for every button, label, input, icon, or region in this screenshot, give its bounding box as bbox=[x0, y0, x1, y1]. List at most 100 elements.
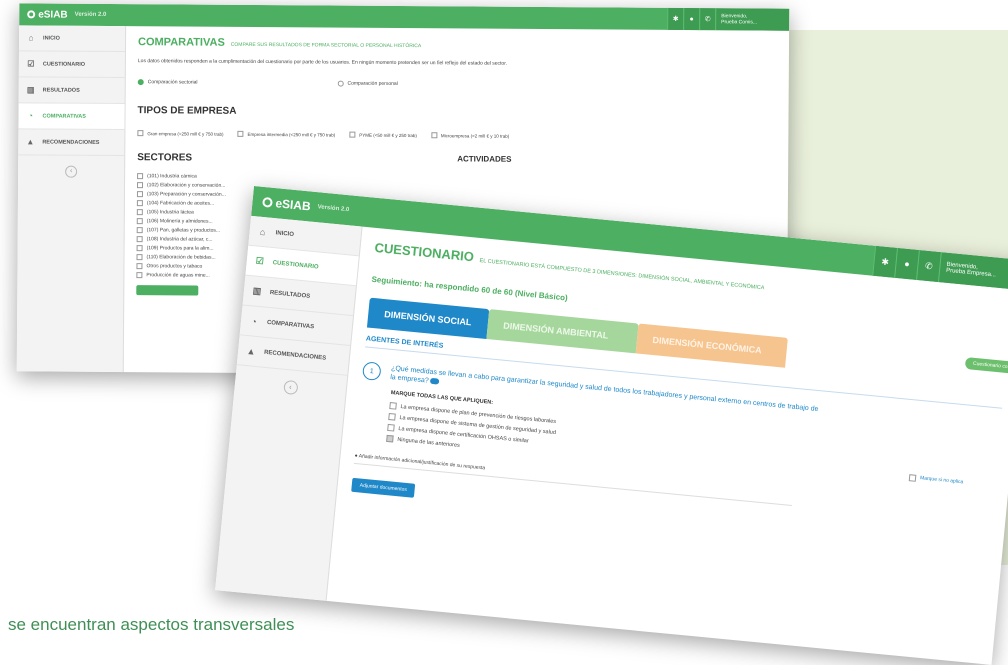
checkbox bbox=[349, 131, 356, 138]
sidebar-item-label: INICIO bbox=[275, 229, 295, 238]
checkbox-label: (107) Pan, galletas y productos... bbox=[146, 226, 221, 234]
caption-text: se encuentran aspectos transversales bbox=[8, 615, 295, 634]
tab-dimension-economica[interactable]: DIMENSIÓN ECONÓMICA bbox=[635, 323, 788, 368]
checkbox bbox=[388, 412, 396, 421]
tipos-list: Gran empresa (>250 mill € y 750 trab) Em… bbox=[137, 130, 776, 140]
tipo-checkbox[interactable]: Gran empresa (>250 mill € y 750 trab) bbox=[137, 130, 224, 137]
globe-icon[interactable]: ● bbox=[894, 247, 919, 280]
tipo-checkbox[interactable]: PYME (<50 mill € y 250 trab) bbox=[349, 131, 417, 138]
sidebar: ⌂ INICIO ☑ CUESTIONARIO ▥ RESULTADOS ◔ COMPA… bbox=[16, 25, 127, 373]
sidebar-item-label: RESULTADOS bbox=[269, 289, 311, 300]
page-subtitle: COMPARE SUS RESULTADOS DE FORMA SECTORIA… bbox=[230, 41, 422, 50]
user-name: Prueba Comis... bbox=[721, 19, 758, 26]
checkbox bbox=[237, 130, 244, 137]
question-number: 1 bbox=[361, 361, 382, 381]
checkbox-label: Gran empresa (>250 mill € y 750 trab) bbox=[147, 130, 224, 137]
sidebar-item-label: CUESTIONARIO bbox=[272, 259, 319, 271]
attach-button-label: Adjuntar documentos bbox=[359, 482, 408, 494]
checkbox-label: (102) Elaboración y conservación... bbox=[147, 181, 226, 189]
checkbox bbox=[908, 474, 917, 482]
bar-chart-icon: ▥ bbox=[26, 85, 35, 95]
radio-button-checked bbox=[137, 79, 144, 86]
checkbox bbox=[136, 262, 143, 269]
thumbs-up-icon: ▲ bbox=[246, 345, 257, 357]
home-icon: ⌂ bbox=[259, 226, 266, 237]
sidebar-item-resultados[interactable]: ▥ RESULTADOS bbox=[18, 77, 125, 105]
settings-icon[interactable]: ✱ bbox=[667, 7, 684, 30]
checkbox bbox=[387, 423, 395, 432]
checkbox-label: (110) Elaboración de bebidas... bbox=[146, 253, 216, 261]
user-menu[interactable]: Bienvenido, Prueba Comis... bbox=[715, 8, 790, 31]
comment-bubble-icon[interactable] bbox=[430, 377, 440, 385]
sidebar-item-label: INICIO bbox=[43, 34, 60, 42]
page-title: COMPARATIVAS bbox=[137, 36, 225, 49]
tipo-checkbox[interactable]: Microempresa (<2 mill € y 10 trab) bbox=[430, 132, 510, 139]
checkbox bbox=[137, 181, 144, 188]
checkbox bbox=[136, 199, 143, 206]
sidebar-collapse-button[interactable]: ‹ bbox=[65, 165, 78, 178]
checkbox-label: Microempresa (<2 mill € y 10 trab) bbox=[440, 132, 510, 139]
checkbox bbox=[389, 402, 397, 410]
sidebar-item-label: COMPARATIVAS bbox=[266, 319, 315, 330]
app-name: eSIAB bbox=[38, 8, 68, 21]
sidebar-item-recomendaciones[interactable]: ▲ RECOMENDACIONES bbox=[18, 129, 125, 157]
checkbox bbox=[136, 253, 143, 260]
tab-dimension-social[interactable]: DIMENSIÓN SOCIAL bbox=[366, 297, 489, 339]
radio-label: Comparación sectorial bbox=[147, 79, 198, 86]
checkbox-label: Ninguna de las anteriores bbox=[397, 436, 461, 449]
checkbox-checked bbox=[386, 434, 394, 443]
add-info-label: Añadir información adicional/justificaci… bbox=[358, 453, 486, 472]
sidebar-item-label: RESULTADOS bbox=[42, 86, 80, 94]
tipo-checkbox[interactable]: Empresa intermedia (<250 mill € y 750 tr… bbox=[237, 130, 336, 138]
tab-label: DIMENSIÓN ECONÓMICA bbox=[652, 334, 763, 356]
sidebar-collapse-button[interactable]: ‹ bbox=[282, 379, 299, 396]
checkbox-label: Producción de aguas mine... bbox=[146, 271, 210, 279]
cuestionario-window: eSIAB Versión 2.0 ✱ ● ✆ Bienvenido, Prue… bbox=[215, 186, 1008, 665]
checkbox-label: (108) Industria del azúcar, c... bbox=[146, 235, 213, 243]
bar-chart-icon: ▥ bbox=[252, 285, 262, 297]
sidebar-item-inicio[interactable]: ⌂ INICIO bbox=[18, 25, 126, 53]
checkbox bbox=[136, 226, 143, 233]
checkbox-label: (106) Molinería y almidones... bbox=[146, 217, 213, 225]
chevron-left-icon: ‹ bbox=[69, 167, 73, 175]
checkbox-label: Empresa intermedia (<250 mill € y 750 tr… bbox=[247, 131, 336, 138]
app-logo[interactable]: eSIAB Versión 2.0 bbox=[27, 9, 106, 21]
checkbox-label: (103) Preparación y conservación... bbox=[146, 190, 226, 198]
app-logo[interactable]: eSIAB Versión 2.0 bbox=[262, 195, 350, 217]
app-version: Versión 2.0 bbox=[74, 11, 107, 18]
logo-ring-icon bbox=[27, 10, 36, 19]
radio-button bbox=[337, 80, 344, 87]
checkbox bbox=[137, 130, 144, 137]
checkbox-label: (104) Fabricación de aceites... bbox=[146, 199, 215, 207]
sidebar-item-comparativas[interactable]: ◔ COMPARATIVAS bbox=[18, 103, 125, 131]
app-name: eSIAB bbox=[274, 196, 312, 214]
checkbox-label: PYME (<50 mill € y 250 trab) bbox=[359, 132, 417, 138]
attach-documents-button[interactable]: Adjuntar documentos bbox=[351, 477, 416, 498]
checkbox bbox=[136, 271, 143, 278]
checkbox-label: Otros productos y tabaco bbox=[146, 262, 203, 270]
sidebar-item-label: RECOMENDACIONES bbox=[263, 349, 327, 362]
checklist-icon: ☑ bbox=[27, 59, 35, 69]
app-version: Versión 2.0 bbox=[317, 204, 350, 214]
tab-dimension-ambiental[interactable]: DIMENSIÓN AMBIENTAL bbox=[485, 309, 639, 354]
checkbox bbox=[136, 244, 143, 251]
radio-sectorial[interactable]: Comparación sectorial bbox=[137, 79, 198, 86]
checkbox bbox=[136, 208, 143, 215]
pie-chart-icon: ◔ bbox=[250, 315, 258, 327]
page-description: Los datos obtenidos responden a la cumpl… bbox=[137, 58, 508, 67]
sidebar-item-label: RECOMENDACIONES bbox=[42, 138, 100, 146]
phone-icon[interactable]: ✆ bbox=[916, 250, 941, 282]
compare-button[interactable] bbox=[136, 285, 199, 296]
sidebar-item-label: CUESTIONARIO bbox=[42, 60, 86, 68]
checkbox-label: (109) Productos para la alim... bbox=[146, 244, 214, 252]
tab-label: DIMENSIÓN SOCIAL bbox=[383, 309, 472, 328]
phone-icon[interactable]: ✆ bbox=[699, 8, 716, 31]
logo-ring-icon bbox=[262, 196, 273, 208]
radio-personal[interactable]: Comparación personal bbox=[337, 80, 398, 87]
sidebar-item-cuestionario[interactable]: ☑ CUESTIONARIO bbox=[18, 51, 125, 79]
tipos-heading: TIPOS DE EMPRESA bbox=[137, 105, 237, 117]
radio-label: Comparación personal bbox=[347, 80, 398, 87]
checkbox bbox=[430, 132, 437, 139]
settings-icon[interactable]: ✱ bbox=[872, 245, 898, 278]
globe-icon[interactable]: ● bbox=[683, 7, 700, 31]
